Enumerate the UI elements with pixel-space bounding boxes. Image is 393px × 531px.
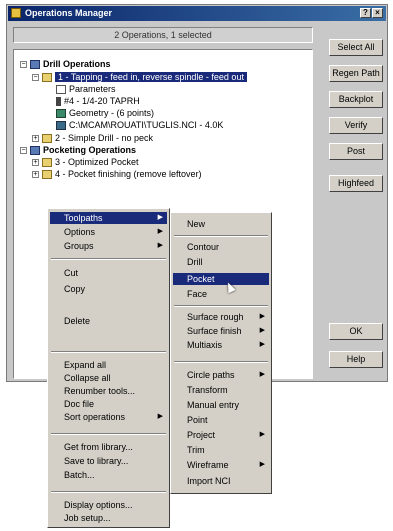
- submenu-item-wireframe[interactable]: Wireframe ▶: [173, 459, 269, 471]
- geometry-icon: [56, 109, 66, 119]
- expand-icon[interactable]: +: [32, 135, 39, 142]
- submenu-arrow-icon: ▶: [157, 228, 163, 235]
- submenu-item-point[interactable]: Point: [173, 414, 269, 426]
- menu-item-toolpaths[interactable]: Toolpaths ▶: [50, 212, 167, 224]
- collapse-icon[interactable]: −: [20, 61, 27, 68]
- submenu-arrow-icon: ▶: [157, 413, 163, 420]
- window-title: Operations Manager: [25, 8, 113, 18]
- collapse-icon[interactable]: −: [20, 147, 27, 154]
- tree-nc-file[interactable]: C:\MCAM\ROUATI\TUGLIS.NCI - 4.0K: [56, 119, 223, 131]
- highfeed-button[interactable]: Highfeed: [329, 175, 383, 192]
- tool-icon: [56, 97, 61, 107]
- tree-tool[interactable]: #4 - 1/4-20 TAPRH: [56, 95, 140, 107]
- menu-item-groups[interactable]: Groups ▶: [50, 240, 167, 252]
- help-button[interactable]: Help: [329, 351, 383, 368]
- menu-separator: [174, 361, 268, 363]
- tree-op-1[interactable]: 1 - Tapping - feed in, reverse spindle -…: [42, 71, 247, 83]
- group-icon: [30, 60, 40, 70]
- verify-button[interactable]: Verify: [329, 117, 383, 134]
- menu-item-options[interactable]: Options ▶: [50, 226, 167, 238]
- submenu-arrow-icon: ▶: [259, 431, 265, 438]
- menu-item-get-from-library[interactable]: Get from library...: [50, 441, 167, 453]
- submenu-item-circle-paths[interactable]: Circle paths ▶: [173, 369, 269, 381]
- toolpaths-submenu: New Contour Drill Pocket Face Surface ro…: [170, 212, 272, 494]
- submenu-arrow-icon: ▶: [259, 461, 265, 468]
- post-button[interactable]: Post: [329, 143, 383, 160]
- submenu-item-transform[interactable]: Transform: [173, 384, 269, 396]
- tree-op-3[interactable]: 3 - Optimized Pocket: [42, 156, 139, 168]
- title-bar[interactable]: Operations Manager ? ×: [8, 6, 386, 21]
- menu-item-expand-all[interactable]: Expand all: [50, 359, 167, 371]
- expand-icon[interactable]: +: [32, 171, 39, 178]
- menu-item-copy[interactable]: Copy: [50, 283, 167, 295]
- parameters-icon: [56, 85, 66, 95]
- menu-separator: [51, 433, 166, 435]
- menu-item-doc-file[interactable]: Doc file: [50, 398, 167, 410]
- context-menu: Toolpaths ▶ Options ▶ Groups ▶ Cut Copy Del…: [47, 208, 170, 528]
- collapse-icon[interactable]: −: [32, 74, 39, 81]
- menu-separator: [174, 235, 268, 237]
- submenu-item-surface-rough[interactable]: Surface rough ▶: [173, 311, 269, 323]
- regen-path-button[interactable]: Regen Path: [329, 65, 383, 82]
- submenu-arrow-icon: ▶: [259, 371, 265, 378]
- tree-op-4[interactable]: 4 - Pocket finishing (remove leftover): [42, 168, 202, 180]
- submenu-item-import-nci[interactable]: Import NCI: [173, 475, 269, 487]
- menu-item-save-to-library[interactable]: Save to library...: [50, 455, 167, 467]
- submenu-arrow-icon: ▶: [259, 341, 265, 348]
- submenu-item-project[interactable]: Project ▶: [173, 429, 269, 441]
- folder-icon: [42, 170, 52, 180]
- menu-item-batch[interactable]: Batch...: [50, 469, 167, 481]
- help-icon[interactable]: ?: [360, 8, 371, 18]
- backplot-button[interactable]: Backplot: [329, 91, 383, 108]
- app-icon: [11, 8, 21, 18]
- menu-separator: [174, 305, 268, 307]
- submenu-item-manual-entry[interactable]: Manual entry: [173, 399, 269, 411]
- menu-separator: [51, 351, 166, 353]
- submenu-item-surface-finish[interactable]: Surface finish ▶: [173, 325, 269, 337]
- tree-op-2[interactable]: 2 - Simple Drill - no peck: [42, 132, 153, 144]
- submenu-arrow-icon: ▶: [157, 242, 163, 249]
- menu-item-job-setup[interactable]: Job setup...: [50, 512, 167, 524]
- submenu-arrow-icon: ▶: [259, 313, 265, 320]
- menu-item-renumber-tools[interactable]: Renumber tools...: [50, 385, 167, 397]
- submenu-item-trim[interactable]: Trim: [173, 444, 269, 456]
- tree-parameters[interactable]: Parameters: [56, 83, 116, 95]
- submenu-item-contour[interactable]: Contour: [173, 241, 269, 253]
- expand-icon[interactable]: +: [32, 159, 39, 166]
- select-all-button[interactable]: Select All: [329, 39, 383, 56]
- menu-item-delete[interactable]: Delete: [50, 315, 167, 327]
- submenu-item-drill[interactable]: Drill: [173, 256, 269, 268]
- submenu-item-face[interactable]: Face: [173, 288, 269, 300]
- tree-group-pocketing[interactable]: Pocketing Operations: [30, 144, 136, 156]
- close-icon[interactable]: ×: [372, 8, 383, 18]
- menu-item-collapse-all[interactable]: Collapse all: [50, 372, 167, 384]
- menu-separator: [51, 258, 166, 260]
- submenu-item-multiaxis[interactable]: Multiaxis ▶: [173, 339, 269, 351]
- tree-geometry[interactable]: Geometry - (6 points): [56, 107, 154, 119]
- submenu-arrow-icon: ▶: [259, 327, 265, 334]
- submenu-item-new[interactable]: New: [173, 218, 269, 230]
- submenu-arrow-icon: ▶: [157, 214, 163, 221]
- menu-separator: [51, 491, 166, 493]
- group-icon: [30, 146, 40, 156]
- folder-icon: [42, 73, 52, 83]
- ok-button[interactable]: OK: [329, 323, 383, 340]
- nc-file-icon: [56, 121, 66, 131]
- submenu-item-pocket[interactable]: Pocket: [173, 273, 269, 285]
- menu-item-display-options[interactable]: Display options...: [50, 499, 167, 511]
- folder-icon: [42, 158, 52, 168]
- status-text: 2 Operations, 1 selected: [13, 27, 313, 43]
- folder-icon: [42, 134, 52, 144]
- selected-operation-label: 1 - Tapping - feed in, reverse spindle -…: [55, 72, 247, 82]
- menu-item-cut[interactable]: Cut: [50, 267, 167, 279]
- tree-group-drill[interactable]: Drill Operations: [30, 58, 111, 70]
- menu-item-sort-operations[interactable]: Sort operations ▶: [50, 411, 167, 423]
